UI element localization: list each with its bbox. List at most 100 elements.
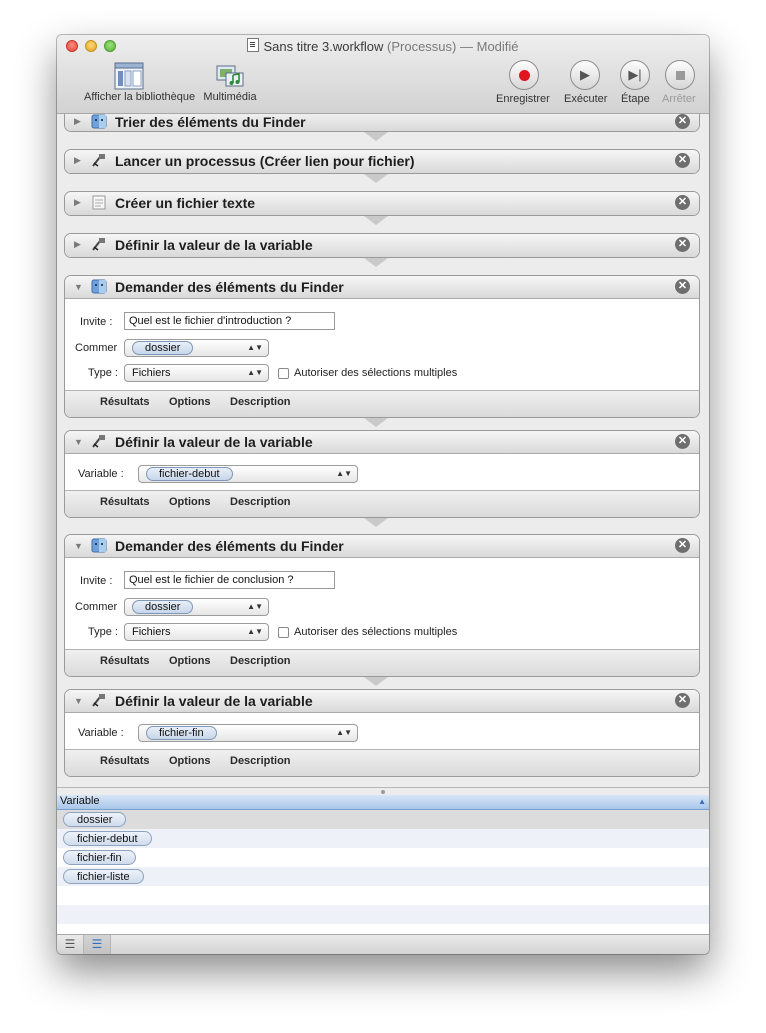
- automator-robot-icon: [92, 238, 105, 251]
- close-x-icon[interactable]: ✕: [675, 538, 690, 553]
- close-x-icon[interactable]: ✕: [675, 195, 690, 210]
- action-header: ▶ Créer un fichier texte ✕: [65, 192, 699, 215]
- action-set-variable-debut[interactable]: ▼ Définir la valeur de la variable ✕ Var…: [64, 430, 700, 518]
- sort-ascending-icon: ▲: [698, 797, 706, 806]
- variables-icon: ☰: [91, 937, 103, 951]
- type-popup[interactable]: Fichiers ▲▼: [124, 623, 269, 641]
- variable-row[interactable]: fichier-debut: [57, 829, 709, 848]
- stop-button[interactable]: [665, 60, 695, 90]
- close-x-icon[interactable]: ✕: [675, 114, 690, 129]
- automator-robot-icon: [92, 154, 105, 167]
- tab-description[interactable]: Description: [230, 496, 291, 508]
- variable-row[interactable]: fichier-fin: [57, 848, 709, 867]
- invite-field[interactable]: Quel est le fichier d'introduction ?: [124, 312, 335, 330]
- action-footer: Résultats Options Description: [65, 749, 699, 776]
- multi-select-label: Autoriser des sélections multiples: [294, 367, 458, 379]
- tab-description[interactable]: Description: [230, 396, 291, 408]
- run-label: Exécuter: [564, 93, 608, 105]
- variables-view-button[interactable]: ☰: [84, 935, 111, 954]
- action-header: ▶ Définir la valeur de la variable ✕: [65, 234, 699, 257]
- action-run-workflow[interactable]: ▶ Lancer un processus (Créer lien pour f…: [64, 149, 700, 174]
- action-create-text-file[interactable]: ▶ Créer un fichier texte ✕: [64, 191, 700, 216]
- invite-label: Invite :: [80, 316, 113, 328]
- variable-row[interactable]: dossier: [57, 810, 709, 829]
- action-header: ▶ Lancer un processus (Créer lien pour f…: [65, 150, 699, 173]
- tab-results[interactable]: Résultats: [100, 396, 150, 408]
- action-set-variable[interactable]: ▶ Définir la valeur de la variable ✕: [64, 233, 700, 258]
- automator-robot-icon: [92, 435, 105, 448]
- action-set-variable-fin[interactable]: ▼ Définir la valeur de la variable ✕ Var…: [64, 689, 700, 777]
- disclosure-collapsed-icon[interactable]: ▶: [74, 116, 81, 127]
- disclosure-expanded-icon[interactable]: ▼: [74, 696, 83, 706]
- variable-token[interactable]: dossier: [63, 812, 127, 827]
- close-x-icon[interactable]: ✕: [675, 237, 690, 252]
- type-label: Type :: [88, 367, 118, 379]
- close-x-icon[interactable]: ✕: [675, 434, 690, 449]
- tab-description[interactable]: Description: [230, 755, 291, 767]
- close-x-icon[interactable]: ✕: [675, 153, 690, 168]
- type-value: Fichiers: [132, 367, 171, 379]
- variable-popup[interactable]: fichier-fin ▲▼: [138, 724, 358, 742]
- variable-popup[interactable]: fichier-debut ▲▼: [138, 465, 358, 483]
- record-button[interactable]: [509, 60, 539, 90]
- action-sort-finder-items[interactable]: ▶ Trier des éléments du Finder ✕: [64, 114, 700, 132]
- connector: [364, 418, 388, 427]
- library-button[interactable]: Afficher la bibliothèque: [84, 62, 195, 103]
- record-dot-icon: [519, 70, 530, 81]
- tab-options[interactable]: Options: [169, 655, 211, 667]
- bottom-bar: ☰ ☰: [57, 934, 709, 954]
- disclosure-collapsed-icon[interactable]: ▶: [74, 239, 81, 250]
- action-title: Trier des éléments du Finder: [115, 114, 306, 130]
- disclosure-expanded-icon[interactable]: ▼: [74, 541, 83, 551]
- variable-row[interactable]: fichier-liste: [57, 867, 709, 886]
- start-location-popup[interactable]: dossier ▲▼: [124, 598, 269, 616]
- finder-icon: [91, 538, 107, 553]
- variable-token[interactable]: fichier-liste: [63, 869, 144, 884]
- multi-select-checkbox[interactable]: [278, 627, 289, 638]
- window-title: Sans titre 3.workflow (Processus) — Modi…: [57, 38, 709, 54]
- document-icon: [247, 38, 260, 52]
- automator-robot-icon: [92, 694, 105, 707]
- tab-results[interactable]: Résultats: [100, 755, 150, 767]
- run-button[interactable]: ▶: [570, 60, 600, 90]
- empty-row: [57, 905, 709, 924]
- tab-options[interactable]: Options: [169, 755, 211, 767]
- action-ask-finder-items-conclusion[interactable]: ▼ Demander des éléments du Finder ✕ Invi…: [64, 534, 700, 677]
- variable-token[interactable]: fichier-fin: [63, 850, 136, 865]
- variables-list: dossier fichier-debut fichier-fin fichie…: [57, 810, 709, 935]
- titlebar: Sans titre 3.workflow (Processus) — Modi…: [57, 35, 709, 114]
- empty-row: [57, 886, 709, 905]
- disclosure-collapsed-icon[interactable]: ▶: [74, 155, 81, 166]
- variables-column-header[interactable]: Variable ▲: [57, 795, 709, 810]
- finder-icon: [91, 279, 107, 294]
- tab-description[interactable]: Description: [230, 655, 291, 667]
- type-popup[interactable]: Fichiers ▲▼: [124, 364, 269, 382]
- disclosure-collapsed-icon[interactable]: ▶: [74, 197, 81, 208]
- disclosure-expanded-icon[interactable]: ▼: [74, 282, 83, 292]
- variable-token[interactable]: fichier-debut: [63, 831, 152, 846]
- list-view-button[interactable]: ☰: [57, 935, 84, 954]
- media-button[interactable]: Multimédia: [203, 62, 257, 103]
- action-footer: Résultats Options Description: [65, 390, 699, 417]
- variable-token: fichier-fin: [146, 726, 217, 740]
- invite-field[interactable]: Quel est le fichier de conclusion ?: [124, 571, 335, 589]
- tab-options[interactable]: Options: [169, 396, 211, 408]
- disclosure-expanded-icon[interactable]: ▼: [74, 437, 83, 447]
- close-x-icon[interactable]: ✕: [675, 693, 690, 708]
- close-x-icon[interactable]: ✕: [675, 279, 690, 294]
- multi-select-checkbox[interactable]: [278, 368, 289, 379]
- action-ask-finder-items-intro[interactable]: ▼ Demander des éléments du Finder ✕ Invi…: [64, 275, 700, 418]
- chevron-updown-icon: ▲▼: [247, 343, 263, 352]
- variable-label: Variable :: [78, 468, 124, 480]
- divider-grip-icon: [381, 790, 385, 794]
- action-header: ▼ Définir la valeur de la variable ✕: [65, 431, 699, 454]
- tab-results[interactable]: Résultats: [100, 655, 150, 667]
- tab-options[interactable]: Options: [169, 496, 211, 508]
- connector: [364, 677, 388, 686]
- step-button[interactable]: ▶|: [620, 60, 650, 90]
- library-label: Afficher la bibliothèque: [84, 91, 196, 103]
- action-footer: Résultats Options Description: [65, 649, 699, 676]
- action-header: ▼ Demander des éléments du Finder ✕: [65, 535, 699, 558]
- start-location-popup[interactable]: dossier ▲▼: [124, 339, 269, 357]
- tab-results[interactable]: Résultats: [100, 496, 150, 508]
